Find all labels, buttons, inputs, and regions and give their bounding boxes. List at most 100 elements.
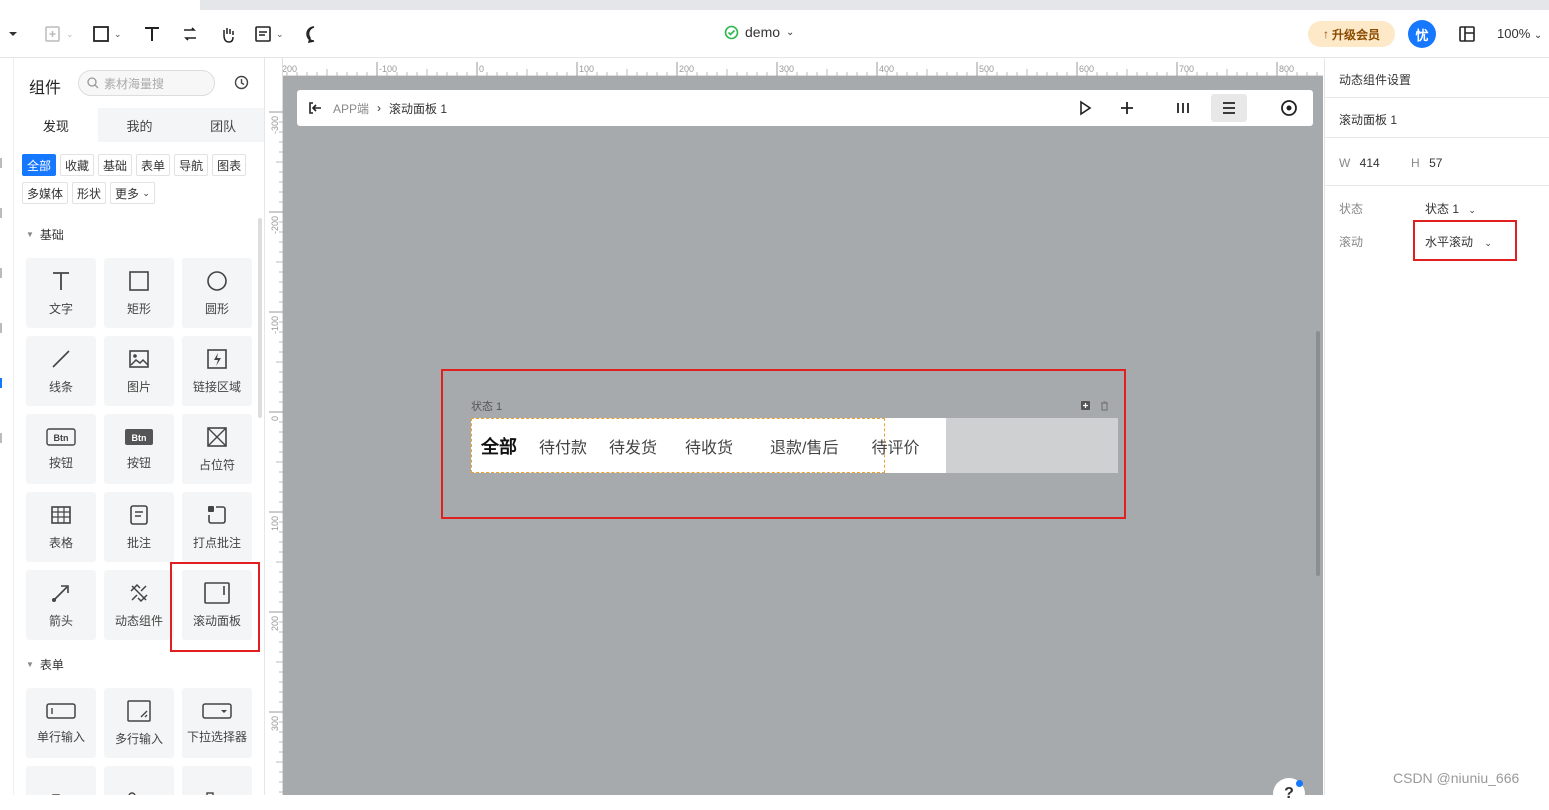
component-button-filled[interactable]: Btn 按钮: [104, 414, 174, 484]
columns-view-button[interactable]: [1175, 90, 1191, 126]
state-select[interactable]: 状态 1 ⌄: [1425, 200, 1476, 217]
document-title[interactable]: demo ⌄: [724, 24, 794, 40]
zoom-level[interactable]: 100% ⌄: [1497, 26, 1542, 41]
component-rectangle[interactable]: 矩形: [104, 258, 174, 328]
svg-text:Btn: Btn: [54, 433, 69, 443]
rows-view-button[interactable]: [1211, 94, 1247, 122]
left-nav-strip: [0, 58, 14, 795]
play-button[interactable]: [1077, 90, 1093, 126]
arrow-icon: [52, 584, 69, 602]
add-page-button[interactable]: ⌄: [44, 22, 74, 46]
add-state-button[interactable]: [1119, 90, 1135, 126]
component-annotation[interactable]: 批注: [104, 492, 174, 562]
panel-tabs: 发现 我的 团队: [14, 108, 264, 142]
component-radio[interactable]: [104, 766, 174, 795]
play-icon: [1080, 100, 1092, 116]
tab-discover[interactable]: 发现: [14, 108, 98, 142]
chip-basic[interactable]: 基础: [98, 154, 133, 176]
single-input-icon: [46, 702, 76, 719]
component-label: 文字: [48, 301, 73, 316]
component-single-input[interactable]: 单行输入: [26, 688, 96, 758]
text-tool-button[interactable]: [143, 22, 161, 46]
upgrade-button[interactable]: ↑ 升级会员: [1308, 21, 1395, 47]
component-line[interactable]: 线条: [26, 336, 96, 406]
component-dropdown[interactable]: 下拉选择器: [182, 688, 252, 758]
chip-chart[interactable]: 图表: [212, 154, 247, 176]
radio-list-icon: [128, 792, 136, 795]
component-checkbox[interactable]: [182, 766, 252, 795]
chip-more[interactable]: 更多 ⌄: [110, 182, 155, 204]
rows-icon: [1223, 102, 1235, 114]
component-link-area[interactable]: 链接区域: [182, 336, 252, 406]
component-arrow[interactable]: 箭头: [26, 570, 96, 640]
link-area-icon: [207, 348, 227, 369]
exit-icon[interactable]: [307, 100, 323, 116]
hand-tool-button[interactable]: [219, 22, 237, 46]
chip-shape[interactable]: 形状: [72, 182, 107, 204]
chevron-down-icon: ⌄: [1533, 30, 1543, 41]
chip-form[interactable]: 表单: [136, 154, 171, 176]
component-button-outline[interactable]: Btn 按钮: [26, 414, 96, 484]
component-name[interactable]: 滚动面板 1: [1339, 111, 1397, 128]
dynamic-component-icon: [130, 583, 148, 602]
divider: [1325, 137, 1549, 138]
button-outline-icon: Btn: [46, 427, 76, 446]
highlight-scroll-setting: [1413, 220, 1517, 261]
component-image[interactable]: 图片: [104, 336, 174, 406]
width-label: W: [1339, 156, 1351, 170]
chip-nav[interactable]: 导航: [174, 154, 209, 176]
category-chips: 全部 收藏 基础 表单 导航 图表 多媒体 形状 更多 ⌄: [22, 154, 262, 204]
connector-tool-button[interactable]: [181, 22, 199, 46]
rectangle-icon: [129, 270, 149, 291]
component-placeholder[interactable]: 占位符: [182, 414, 252, 484]
canvas-scrollbar[interactable]: [1316, 331, 1320, 576]
tab-team[interactable]: 团队: [181, 108, 264, 142]
ruler-label: -100: [270, 316, 280, 334]
ruler-label: 200: [270, 616, 280, 631]
window-top-strip: [0, 0, 1549, 10]
chip-media[interactable]: 多媒体: [22, 182, 69, 204]
note-tool-button[interactable]: ⌄: [254, 22, 284, 46]
component-circle[interactable]: 圆形: [182, 258, 252, 328]
component-pin-annotation[interactable]: 打点批注: [182, 492, 252, 562]
layout-toggle-button[interactable]: [1458, 22, 1476, 46]
component-label: 表格: [48, 535, 73, 550]
comment-tool-button[interactable]: [305, 22, 323, 46]
avatar[interactable]: 忧: [1408, 20, 1436, 48]
history-button[interactable]: [234, 75, 249, 93]
help-button[interactable]: ?: [1273, 778, 1305, 810]
main-toolbar: ⌄ ⌄ ⌄ demo ⌄ ↑ 升级会员 忧 100% ⌄: [0, 10, 1549, 58]
chip-all[interactable]: 全部: [22, 154, 57, 176]
panel-title: 组件: [29, 80, 62, 97]
collapse-triangle-icon: ▼: [26, 660, 34, 669]
components-panel: 组件 素材海量搜 发现 我的 团队 全部 收藏 基础 表单 导航 图表 多媒体 …: [14, 58, 265, 795]
breadcrumb: APP端 › 滚动面板 1: [333, 100, 447, 117]
chevron-down-icon: ⌄: [1468, 205, 1476, 215]
ruler-label: -300: [270, 116, 280, 134]
search-placeholder: 素材海量搜: [104, 76, 165, 91]
target-button[interactable]: [1280, 90, 1298, 126]
component-dynamic[interactable]: 动态组件: [104, 570, 174, 640]
comment-icon: [306, 26, 315, 43]
component-file[interactable]: [26, 766, 96, 795]
height-value[interactable]: 57: [1429, 156, 1442, 170]
dropdown-arrow-icon[interactable]: [6, 22, 20, 46]
section-basic-header[interactable]: ▼ 基础: [26, 226, 64, 243]
tab-mine[interactable]: 我的: [97, 108, 182, 142]
breadcrumb-root[interactable]: APP端: [333, 100, 369, 117]
section-form-header[interactable]: ▼ 表单: [26, 656, 64, 673]
columns-icon: [1177, 103, 1189, 113]
vertical-ruler: -300 -200 -100 0 100 200 300: [265, 58, 283, 795]
component-label: 下拉选择器: [186, 729, 247, 744]
ruler-label: -100: [379, 64, 397, 74]
search-input[interactable]: 素材海量搜: [78, 70, 215, 96]
panel-scrollbar[interactable]: [258, 218, 262, 418]
shape-tool-button[interactable]: ⌄: [92, 22, 122, 46]
component-table[interactable]: 表格: [26, 492, 96, 562]
component-multi-input[interactable]: 多行输入: [104, 688, 174, 758]
state-key: 状态: [1339, 202, 1364, 216]
component-text[interactable]: 文字: [26, 258, 96, 328]
width-value[interactable]: 414: [1360, 156, 1380, 170]
chip-favorites[interactable]: 收藏: [60, 154, 95, 176]
target-icon: [1281, 100, 1297, 116]
